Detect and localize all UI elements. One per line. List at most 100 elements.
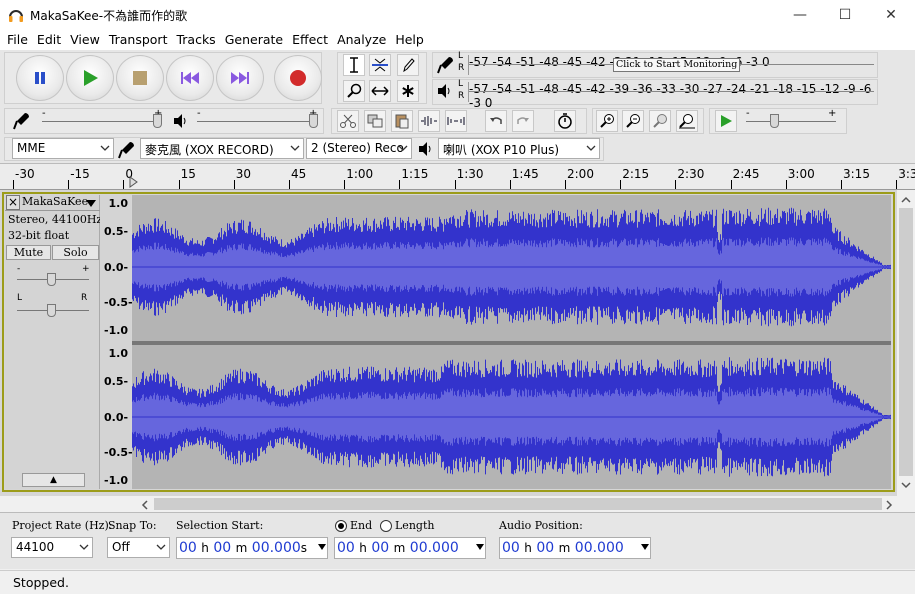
collapse-track-button[interactable]: ▲ — [22, 473, 85, 487]
recording-channels-select[interactable]: 2 (Stereo) Reco — [306, 138, 412, 159]
ruler-tick — [620, 180, 622, 189]
time-shift-tool[interactable] — [369, 80, 391, 102]
scroll-right-icon[interactable] — [884, 499, 894, 511]
speaker-icon[interactable] — [437, 83, 453, 99]
length-radio[interactable] — [380, 520, 392, 532]
recording-volume-thumb[interactable] — [153, 114, 162, 128]
asterisk-icon — [402, 85, 414, 97]
ruler-tick-label: 2:00 — [567, 167, 594, 181]
zoom-out-icon — [626, 114, 640, 128]
horizontal-scroll-thumb[interactable] — [154, 498, 882, 510]
ruler-tick — [13, 180, 14, 189]
scroll-left-icon[interactable] — [140, 499, 150, 511]
solo-button[interactable]: Solo — [52, 245, 99, 260]
zoom-tool[interactable] — [343, 80, 365, 102]
play-head-icon[interactable] — [129, 176, 139, 188]
stop-button[interactable] — [116, 55, 164, 101]
amplitude-label: -0.5- — [104, 296, 133, 309]
playback-speed-slider[interactable] — [746, 121, 836, 122]
undo-button[interactable] — [485, 110, 507, 132]
playback-speed-thumb[interactable] — [770, 114, 779, 128]
redo-button[interactable] — [512, 110, 534, 132]
zoom-in-button[interactable] — [596, 110, 618, 132]
pan-thumb[interactable] — [47, 304, 56, 317]
fit-project-button[interactable] — [676, 110, 698, 132]
zoom-out-button[interactable] — [622, 110, 644, 132]
time-format-dropdown-icon[interactable] — [641, 544, 649, 550]
record-button[interactable] — [274, 55, 322, 101]
trim-button[interactable] — [418, 110, 440, 132]
scroll-down-icon[interactable] — [900, 480, 912, 490]
draw-tool[interactable] — [397, 54, 419, 76]
scroll-up-icon[interactable] — [900, 195, 912, 205]
vertical-scroll-thumb[interactable] — [899, 208, 913, 476]
playback-volume-thumb[interactable] — [309, 114, 318, 128]
skip-to-start-button[interactable] — [166, 55, 214, 101]
fit-selection-button[interactable] — [649, 110, 671, 132]
record-meter-l: L — [458, 51, 464, 61]
gain-plus-label: + — [82, 264, 90, 274]
menu-help[interactable]: Help — [395, 30, 424, 50]
ruler-tick — [289, 180, 290, 189]
ruler-tick-label: 3:00 — [787, 167, 815, 181]
mute-button[interactable]: Mute — [6, 245, 51, 260]
selection-start-time[interactable]: 00 h 00 m 00.000s — [176, 537, 328, 559]
recording-volume-slider[interactable] — [42, 121, 162, 122]
audio-host-value: MME — [17, 141, 46, 155]
selection-tool[interactable] — [343, 54, 365, 76]
menu-transport[interactable]: Transport — [109, 30, 168, 50]
menu-tracks[interactable]: Tracks — [176, 30, 215, 50]
waveform-display[interactable] — [132, 195, 891, 489]
speed-slider-minus: - — [746, 108, 750, 119]
track-close-button[interactable]: × — [6, 195, 20, 210]
minimize-icon: — — [793, 7, 807, 23]
menu-generate[interactable]: Generate — [225, 30, 283, 50]
menu-view[interactable]: View — [70, 30, 100, 50]
copy-button[interactable] — [364, 110, 386, 132]
pause-button[interactable] — [16, 55, 64, 101]
audio-position-hours: 00 — [502, 540, 520, 556]
selection-end-time[interactable]: 00 h 00 m 00.000 — [334, 537, 486, 559]
audio-host-select[interactable]: MME — [12, 138, 114, 159]
playback-slider-minus: - — [197, 108, 201, 119]
multi-tool[interactable] — [397, 80, 419, 102]
time-format-dropdown-icon[interactable] — [476, 544, 484, 550]
selection-end-minutes: 00 — [371, 540, 390, 556]
microphone-icon[interactable] — [437, 55, 457, 75]
close-button[interactable]: ✕ — [868, 0, 914, 30]
silence-button[interactable] — [445, 110, 467, 132]
play-at-speed-button[interactable] — [715, 110, 737, 132]
audio-position-time[interactable]: 00 h 00 m 00.000 — [499, 537, 651, 559]
recording-device-select[interactable]: 麥克風 (XOX RECORD) — [140, 138, 304, 159]
ruler-tick — [344, 180, 346, 189]
menu-edit[interactable]: Edit — [37, 30, 61, 50]
cut-button[interactable] — [337, 110, 359, 132]
channel-divider — [132, 341, 891, 345]
playback-volume-slider[interactable] — [197, 121, 317, 122]
track-menu-dropdown-icon[interactable] — [86, 200, 96, 208]
end-radio[interactable] — [335, 520, 347, 532]
sync-lock-button[interactable] — [554, 110, 576, 132]
playback-meter[interactable]: -57 -54 -51 -48 -45 -42 -39 -36 -33 -30 … — [468, 82, 874, 110]
envelope-tool[interactable] — [369, 54, 391, 76]
ruler-tick — [68, 180, 70, 189]
paste-button[interactable] — [391, 110, 413, 132]
playback-device-select[interactable]: 喇叭 (XOX P10 Plus) — [438, 138, 600, 159]
time-format-dropdown-icon[interactable] — [318, 544, 326, 550]
menu-file[interactable]: File — [7, 30, 28, 50]
menu-effect[interactable]: Effect — [292, 30, 328, 50]
vertical-ruler[interactable] — [100, 195, 131, 489]
snap-to-select[interactable]: Off — [107, 537, 170, 558]
minimize-button[interactable]: — — [777, 0, 823, 30]
play-button[interactable] — [66, 55, 114, 101]
track-name-menu[interactable]: MakaSaKee — [22, 195, 88, 208]
start-monitoring-label[interactable]: Click to Start Monitoring — [613, 58, 741, 72]
gain-thumb[interactable] — [47, 273, 56, 286]
project-rate-select[interactable]: 44100 — [11, 537, 93, 558]
skip-to-end-button[interactable] — [216, 55, 264, 101]
menu-analyze[interactable]: Analyze — [337, 30, 386, 50]
amplitude-label: -0.5- — [104, 446, 133, 459]
maximize-button[interactable]: ☐ — [822, 0, 868, 30]
fit-project-icon — [679, 114, 695, 129]
amplitude-label: -1.0 — [104, 474, 129, 487]
